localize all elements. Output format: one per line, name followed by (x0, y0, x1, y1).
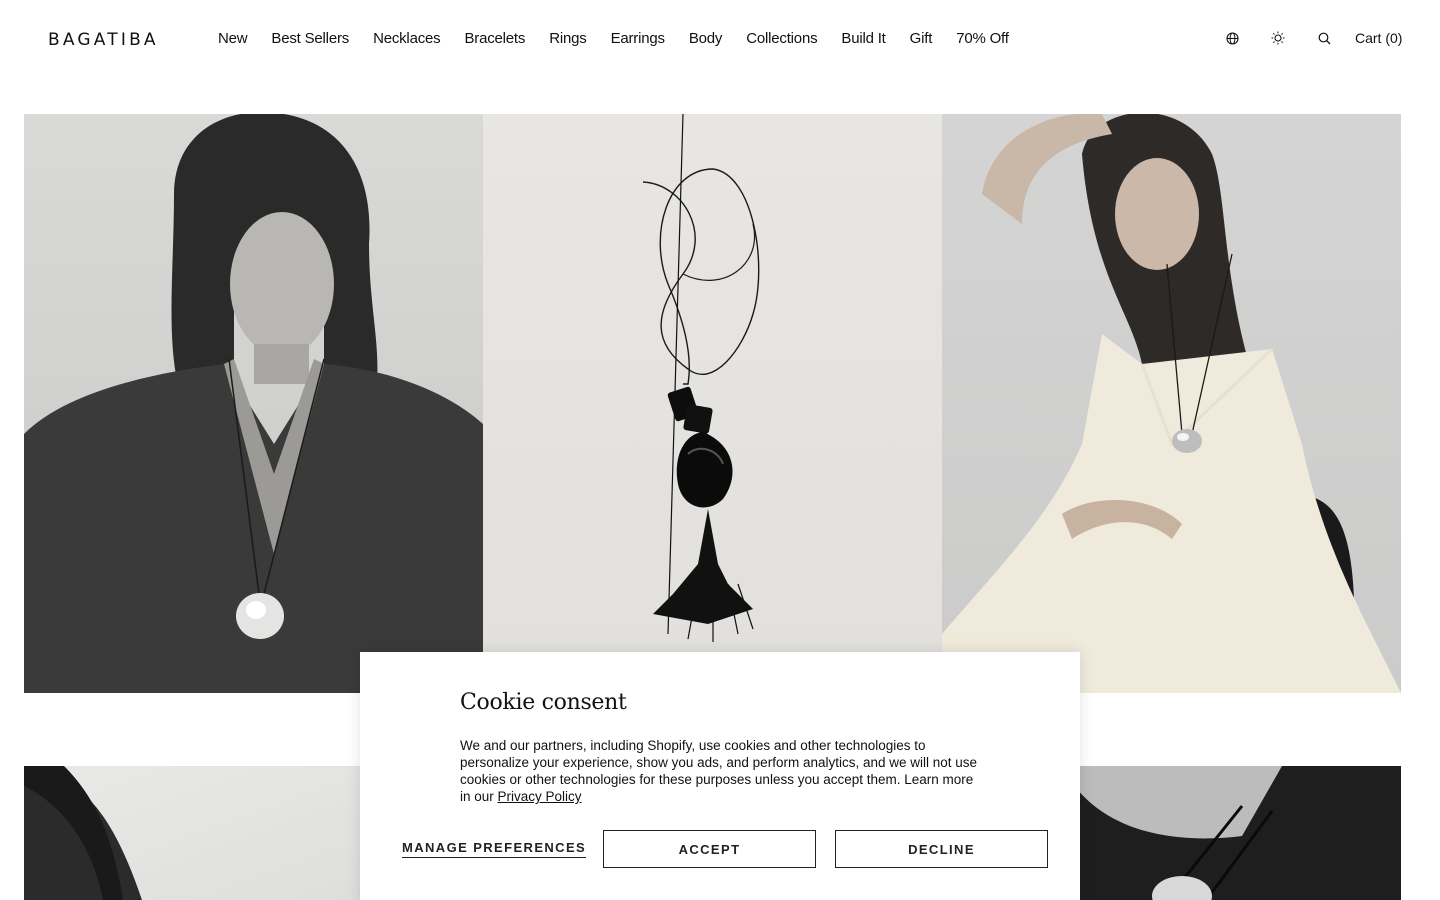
site-header: BAGATIBA New Best Sellers Necklaces Brac… (0, 0, 1440, 80)
nav-item-earrings[interactable]: Earrings (611, 30, 665, 47)
brand-logo[interactable]: BAGATIBA (48, 30, 159, 50)
main-nav: New Best Sellers Necklaces Bracelets Rin… (218, 30, 1009, 47)
cookie-body-text: We and our partners, including Shopify, … (460, 737, 980, 805)
cart-link[interactable]: Cart (0) (1355, 30, 1402, 46)
product-image-tassel-necklace[interactable] (483, 114, 942, 693)
manage-preferences-button[interactable]: MANAGE PREFERENCES (402, 840, 587, 858)
nav-item-necklaces[interactable]: Necklaces (373, 30, 441, 47)
decline-button[interactable]: DECLINE (835, 830, 1048, 868)
nav-item-rings[interactable]: Rings (549, 30, 587, 47)
cookie-consent-dialog: Cookie consent We and our partners, incl… (360, 652, 1080, 900)
search-icon[interactable] (1316, 30, 1332, 46)
product-image-woman-blazer-pendant[interactable] (24, 114, 483, 693)
nav-item-70-off[interactable]: 70% Off (956, 30, 1009, 47)
nav-item-best-sellers[interactable]: Best Sellers (271, 30, 349, 47)
globe-icon[interactable] (1224, 30, 1240, 46)
gallery-row-1 (24, 114, 1401, 693)
header-utilities (1224, 30, 1362, 46)
product-image-woman-white-dress[interactable] (942, 114, 1401, 693)
nav-item-bracelets[interactable]: Bracelets (464, 30, 525, 47)
nav-item-gift[interactable]: Gift (910, 30, 933, 47)
accept-button[interactable]: ACCEPT (603, 830, 816, 868)
nav-item-body[interactable]: Body (689, 30, 723, 47)
nav-item-new[interactable]: New (218, 30, 248, 47)
nav-item-collections[interactable]: Collections (746, 30, 817, 47)
nav-item-build-it[interactable]: Build It (841, 30, 885, 47)
sun-icon[interactable] (1270, 30, 1286, 46)
cookie-title: Cookie consent (460, 690, 627, 715)
privacy-policy-link[interactable]: Privacy Policy (498, 789, 582, 804)
